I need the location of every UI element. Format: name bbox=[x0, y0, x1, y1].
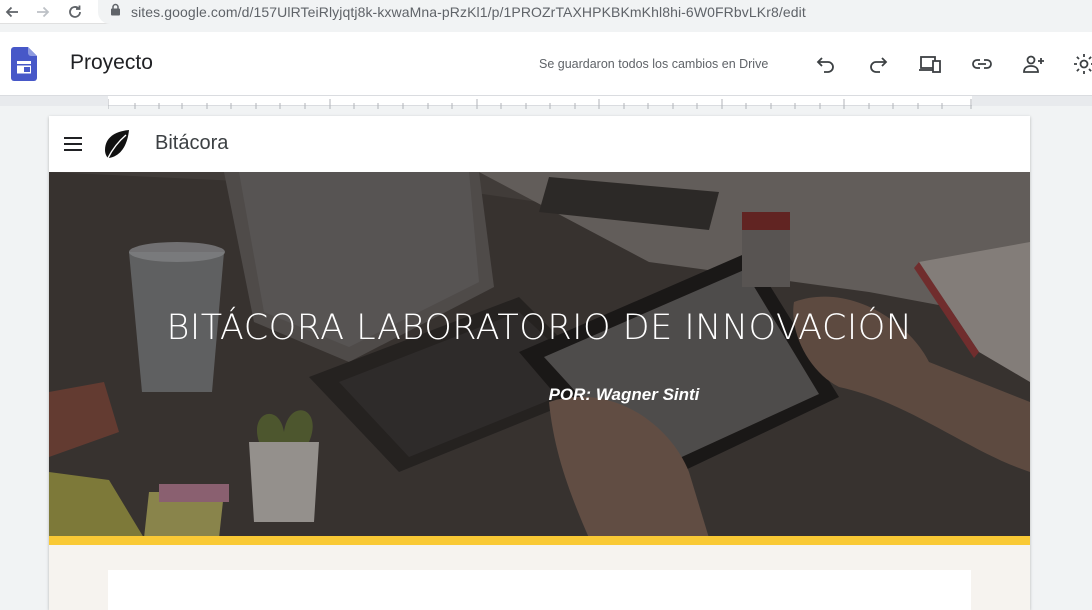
browser-address-bar: sites.google.com/d/157UlRTeiRlyjqtj8k-kx… bbox=[0, 0, 1092, 24]
leaf-logo-icon[interactable] bbox=[102, 128, 132, 160]
hamburger-menu-icon[interactable] bbox=[63, 134, 83, 154]
google-sites-logo-icon[interactable] bbox=[11, 47, 37, 81]
lock-icon bbox=[110, 3, 121, 21]
site-title-field[interactable]: Proyecto bbox=[70, 51, 153, 75]
content-placeholder-box[interactable] bbox=[108, 570, 971, 610]
preview-devices-icon[interactable] bbox=[916, 50, 944, 78]
save-status-text: Se guardaron todos los cambios en Drive bbox=[539, 57, 769, 71]
site-header: Bitácora bbox=[49, 116, 1030, 172]
site-page-canvas: Bitácora BITÁCORA LABORATORIO DE INNOVAC… bbox=[49, 116, 1030, 610]
back-arrow-icon[interactable] bbox=[1, 2, 23, 22]
link-icon[interactable] bbox=[968, 50, 996, 78]
url-text: sites.google.com/d/157UlRTeiRlyjqtj8k-kx… bbox=[131, 4, 806, 20]
ruler-margin-left bbox=[0, 96, 108, 106]
accent-bar bbox=[49, 536, 1030, 545]
hero-banner[interactable]: BITÁCORA LABORATORIO DE INNOVACIÓN POR: … bbox=[49, 172, 1030, 538]
hero-title[interactable]: BITÁCORA LABORATORIO DE INNOVACIÓN bbox=[49, 308, 1030, 348]
undo-icon[interactable] bbox=[812, 50, 840, 78]
ruler-margin-right bbox=[972, 96, 1092, 106]
editor-header: Proyecto Se guardaron todos los cambios … bbox=[0, 32, 1092, 96]
hero-overlay bbox=[49, 172, 1030, 538]
forward-arrow-icon[interactable] bbox=[32, 2, 54, 22]
url-field[interactable]: sites.google.com/d/157UlRTeiRlyjqtj8k-kx… bbox=[98, 0, 1092, 24]
ruler bbox=[107, 96, 972, 109]
redo-icon[interactable] bbox=[864, 50, 892, 78]
add-person-icon[interactable] bbox=[1020, 50, 1048, 78]
content-section bbox=[49, 545, 1030, 610]
gear-icon[interactable] bbox=[1070, 50, 1092, 78]
reload-icon[interactable] bbox=[64, 2, 86, 22]
site-name[interactable]: Bitácora bbox=[155, 132, 228, 155]
hero-subtitle[interactable]: POR: Wagner Sinti bbox=[49, 385, 1030, 405]
